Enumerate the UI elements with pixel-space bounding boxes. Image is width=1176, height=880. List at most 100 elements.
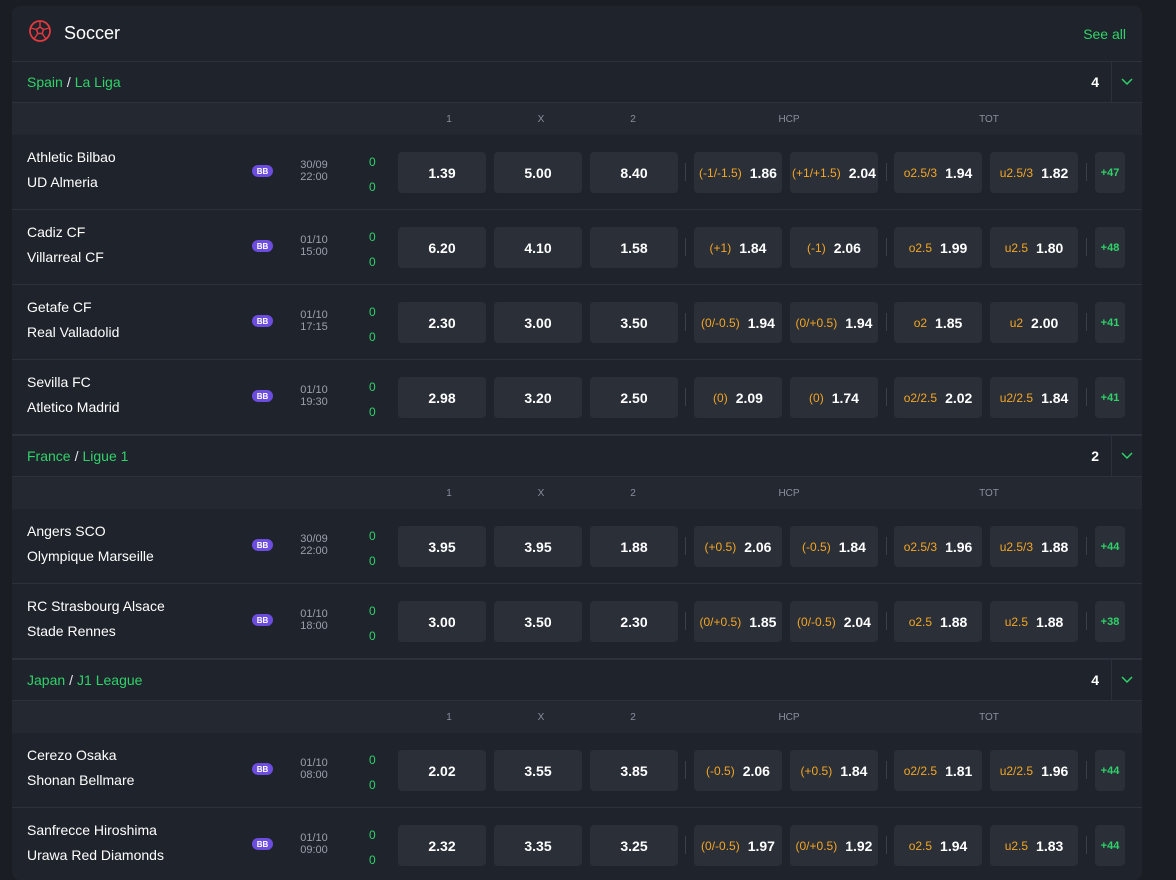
- home-team[interactable]: Getafe CF: [27, 299, 92, 315]
- home-team[interactable]: RC Strasbourg Alsace: [27, 598, 165, 614]
- odd-x-button[interactable]: 4.10: [494, 227, 582, 268]
- odd-x-button[interactable]: 3.95: [494, 526, 582, 567]
- country-link[interactable]: Japan: [27, 672, 65, 688]
- odd-1-button[interactable]: 2.02: [398, 750, 486, 791]
- handicap-away-button[interactable]: (0) 1.74: [790, 377, 878, 418]
- handicap-away-button[interactable]: (+0.5) 1.84: [790, 750, 878, 791]
- home-team[interactable]: Sanfrecce Hiroshima: [27, 822, 157, 838]
- odd-x-button[interactable]: 3.00: [494, 302, 582, 343]
- column-label-tot: TOT: [979, 712, 999, 723]
- total-over-button[interactable]: o2.5 1.94: [894, 825, 982, 866]
- odd-2-button[interactable]: 2.30: [590, 601, 678, 642]
- handicap-away-button[interactable]: (0/+0.5) 1.94: [790, 302, 878, 343]
- more-markets-button[interactable]: +44: [1095, 750, 1125, 791]
- odd-1-button[interactable]: 6.20: [398, 227, 486, 268]
- total-under-button[interactable]: u2 2.00: [990, 302, 1078, 343]
- away-team[interactable]: Real Valladolid: [27, 324, 119, 340]
- league-link[interactable]: La Liga: [75, 74, 121, 90]
- odd-x-button[interactable]: 5.00: [494, 152, 582, 193]
- handicap-home-button[interactable]: (0/-0.5) 1.94: [694, 302, 782, 343]
- odd-1-button[interactable]: 2.32: [398, 825, 486, 866]
- handicap-away-button[interactable]: (-0.5) 1.84: [790, 526, 878, 567]
- odd-x-button[interactable]: 3.20: [494, 377, 582, 418]
- total-over-button[interactable]: o2/2.5 2.02: [894, 377, 982, 418]
- home-team[interactable]: Sevilla FC: [27, 374, 91, 390]
- more-markets-button[interactable]: +44: [1095, 825, 1125, 866]
- total-over-button[interactable]: o2.5/3 1.96: [894, 526, 982, 567]
- chevron-down-icon[interactable]: [1111, 62, 1142, 102]
- handicap-away-button[interactable]: (0/+0.5) 1.92: [790, 825, 878, 866]
- total-over-button[interactable]: o2.5 1.99: [894, 227, 982, 268]
- odd-2-button[interactable]: 8.40: [590, 152, 678, 193]
- chevron-down-icon[interactable]: [1111, 436, 1142, 476]
- away-team[interactable]: Villarreal CF: [27, 249, 104, 265]
- more-markets-button[interactable]: +44: [1095, 526, 1125, 567]
- match-time: 15:00: [300, 246, 328, 258]
- league-controls: 4: [1091, 660, 1142, 700]
- odd-2-button[interactable]: 3.25: [590, 825, 678, 866]
- line-label: u2.5: [1004, 838, 1029, 853]
- total-under-button[interactable]: u2/2.5 1.84: [990, 377, 1078, 418]
- away-team[interactable]: Stade Rennes: [27, 623, 116, 639]
- total-over-button[interactable]: o2.5 1.88: [894, 601, 982, 642]
- away-team[interactable]: Urawa Red Diamonds: [27, 847, 164, 863]
- odd-2-button[interactable]: 1.58: [590, 227, 678, 268]
- total-under-button[interactable]: u2/2.5 1.96: [990, 750, 1078, 791]
- more-markets-button[interactable]: +48: [1095, 227, 1125, 268]
- total-under-button[interactable]: u2.5/3 1.88: [990, 526, 1078, 567]
- odd-x-button[interactable]: 3.55: [494, 750, 582, 791]
- handicap-away-button[interactable]: (+1/+1.5) 2.04: [790, 152, 878, 193]
- odd-x-button[interactable]: 3.35: [494, 825, 582, 866]
- odd-value: 2.50: [620, 389, 648, 406]
- country-link[interactable]: France: [27, 448, 71, 464]
- away-team[interactable]: UD Almeria: [27, 174, 98, 190]
- away-team[interactable]: Atletico Madrid: [27, 399, 120, 415]
- odd-2-button[interactable]: 1.88: [590, 526, 678, 567]
- home-team[interactable]: Angers SCO: [27, 523, 106, 539]
- home-team[interactable]: Cadiz CF: [27, 224, 85, 240]
- total-under-button[interactable]: u2.5 1.80: [990, 227, 1078, 268]
- chevron-down-icon[interactable]: [1111, 660, 1142, 700]
- odd-2-button[interactable]: 3.85: [590, 750, 678, 791]
- handicap-home-button[interactable]: (0/-0.5) 1.97: [694, 825, 782, 866]
- league-header[interactable]: Japan / J1 League 4: [12, 659, 1142, 701]
- odd-1-button[interactable]: 2.98: [398, 377, 486, 418]
- total-under-button[interactable]: u2.5/3 1.82: [990, 152, 1078, 193]
- more-markets-button[interactable]: +47: [1095, 152, 1125, 193]
- handicap-away-button[interactable]: (0/-0.5) 2.04: [790, 601, 878, 642]
- odd-1-button[interactable]: 1.39: [398, 152, 486, 193]
- league-link[interactable]: J1 League: [77, 672, 142, 688]
- more-markets-button[interactable]: +41: [1095, 302, 1125, 343]
- total-over-button[interactable]: o2/2.5 1.81: [894, 750, 982, 791]
- handicap-home-button[interactable]: (+1) 1.84: [694, 227, 782, 268]
- home-team[interactable]: Cerezo Osaka: [27, 747, 116, 763]
- odd-1-button[interactable]: 3.95: [398, 526, 486, 567]
- total-over-button[interactable]: o2 1.85: [894, 302, 982, 343]
- odd-value: 2.98: [428, 389, 456, 406]
- handicap-home-button[interactable]: (-1/-1.5) 1.86: [694, 152, 782, 193]
- see-all-link[interactable]: See all: [1083, 26, 1126, 42]
- odd-x-button[interactable]: 3.50: [494, 601, 582, 642]
- home-team[interactable]: Athletic Bilbao: [27, 149, 116, 165]
- league-header[interactable]: Spain / La Liga 4: [12, 61, 1142, 103]
- odd-1-button[interactable]: 3.00: [398, 601, 486, 642]
- handicap-home-button[interactable]: (-0.5) 2.06: [694, 750, 782, 791]
- handicap-home-button[interactable]: (+0.5) 2.06: [694, 526, 782, 567]
- handicap-home-button[interactable]: (0) 2.09: [694, 377, 782, 418]
- away-team[interactable]: Olympique Marseille: [27, 548, 154, 564]
- league-header[interactable]: France / Ligue 1 2: [12, 435, 1142, 477]
- handicap-home-button[interactable]: (0/+0.5) 1.85: [694, 601, 782, 642]
- handicap-away-button[interactable]: (-1) 2.06: [790, 227, 878, 268]
- total-over-button[interactable]: o2.5/3 1.94: [894, 152, 982, 193]
- more-markets-button[interactable]: +38: [1095, 601, 1125, 642]
- total-under-button[interactable]: u2.5 1.83: [990, 825, 1078, 866]
- away-team[interactable]: Shonan Bellmare: [27, 772, 134, 788]
- total-under-button[interactable]: u2.5 1.88: [990, 601, 1078, 642]
- odd-2-button[interactable]: 3.50: [590, 302, 678, 343]
- more-markets-button[interactable]: +41: [1095, 377, 1125, 418]
- odd-2-button[interactable]: 2.50: [590, 377, 678, 418]
- odd-1-button[interactable]: 2.30: [398, 302, 486, 343]
- league-link[interactable]: Ligue 1: [82, 448, 128, 464]
- leagues-container: Spain / La Liga 4 1 X 2 HCP TOT Athletic Bilbao UD…: [12, 61, 1142, 880]
- country-link[interactable]: Spain: [27, 74, 63, 90]
